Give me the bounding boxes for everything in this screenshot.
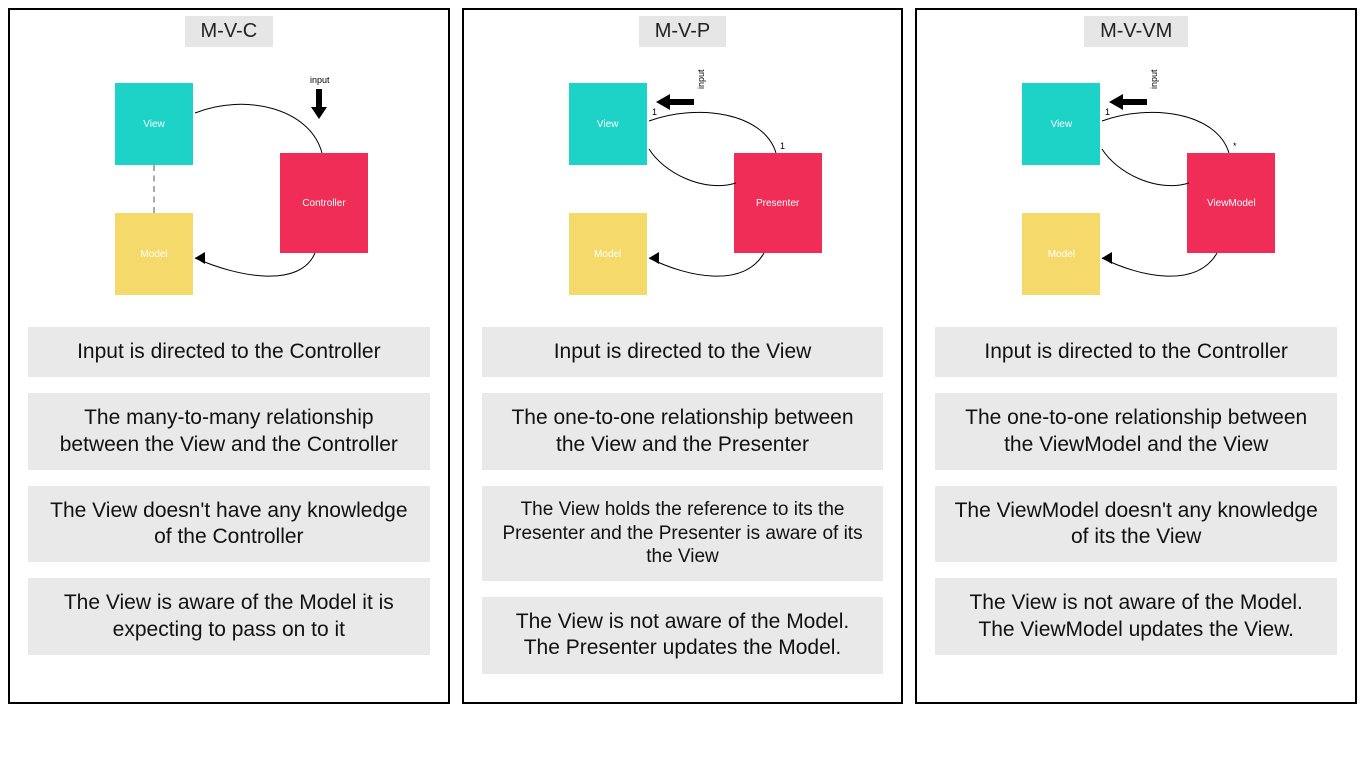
view-model-dashed-link [153,165,155,213]
viewmodel-box: ViewModel [1187,153,1275,253]
title-mvvm: M-V-VM [1084,16,1188,47]
card: The View is not aware of the Model. The … [935,578,1337,655]
model-box: Model [1022,213,1100,295]
cards-mvp: Input is directed to the View The one-to… [464,327,902,674]
card: The View is not aware of the Model. The … [482,597,884,674]
panel-mvc: M-V-C View Model Controller input Input … [8,8,450,704]
view-box: View [569,83,647,165]
card: The ViewModel doesn't any knowledge of i… [935,486,1337,563]
cards-mvvm: Input is directed to the Controller The … [917,327,1355,655]
card: The View is aware of the Model it is exp… [28,578,430,655]
input-label: input [696,69,706,89]
card: Input is directed to the View [482,327,884,377]
input-label: input [310,75,330,85]
controller-box: Controller [280,153,368,253]
diagram-mvp: View Model Presenter input 1 1 [464,53,902,313]
input-arrow-left-icon [654,91,694,113]
presenter-box: Presenter [734,153,822,253]
panel-mvp: M-V-P View Model Presenter input 1 1 Inp… [462,8,904,704]
model-box: Model [569,213,647,295]
view-box: View [1022,83,1100,165]
card: The many-to-many relationship between th… [28,393,430,470]
panel-mvvm: M-V-VM View Model ViewModel input 1 * In… [915,8,1357,704]
input-arrow-down-icon [308,89,330,129]
card: The one-to-one relationship between the … [482,393,884,470]
card: Input is directed to the Controller [935,327,1337,377]
card: The one-to-one relationship between the … [935,393,1337,470]
card: The View doesn't have any knowledge of t… [28,486,430,563]
model-box: Model [115,213,193,295]
diagram-mvc: View Model Controller input [10,53,448,313]
connectors-mvc [10,53,448,313]
svg-text:*: * [1233,141,1237,151]
card: Input is directed to the Controller [28,327,430,377]
card: The View holds the reference to its the … [482,486,884,581]
svg-text:1: 1 [780,141,785,151]
diagram-mvvm: View Model ViewModel input 1 * [917,53,1355,313]
title-mvc: M-V-C [185,16,274,47]
view-box: View [115,83,193,165]
cards-mvc: Input is directed to the Controller The … [10,327,448,655]
title-mvp: M-V-P [639,16,727,47]
input-label: input [1149,69,1159,89]
input-arrow-left-icon [1107,91,1147,113]
